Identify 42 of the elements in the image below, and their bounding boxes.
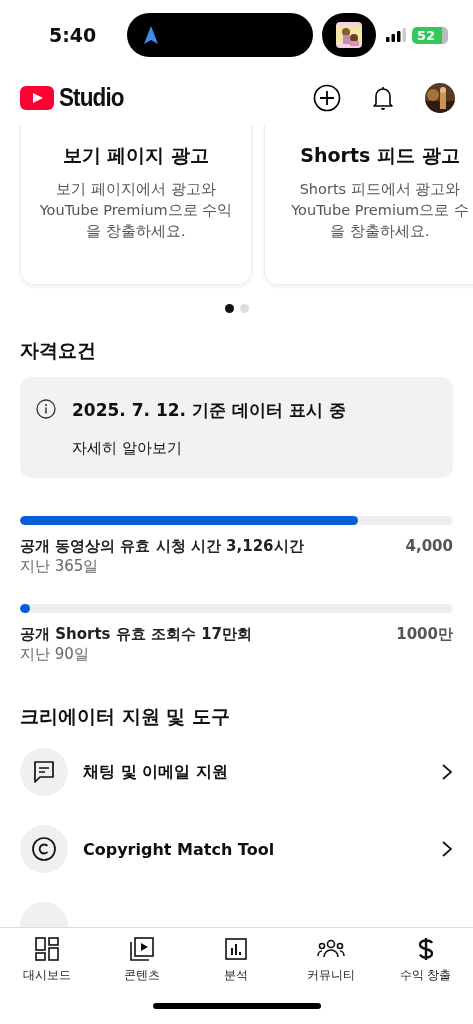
nav-tab[interactable]: 수익 창출 xyxy=(380,936,471,999)
card-description: Shorts 피드에서 광고와 YouTube Premium으로 수 을 창출하세요. xyxy=(290,180,470,241)
metric-target: 4,000 xyxy=(405,537,453,556)
bar-chart-icon xyxy=(225,936,248,962)
nav-tab[interactable]: 콘텐츠 xyxy=(96,936,187,999)
video-library-icon xyxy=(129,936,154,962)
chat-icon xyxy=(20,748,68,796)
copyright-icon xyxy=(20,825,68,873)
status-time: 5:40 xyxy=(49,24,98,46)
nav-tab[interactable]: 분석 xyxy=(191,936,282,999)
ad-card[interactable]: Shorts 피드 광고 Shorts 피드에서 광고와 YouTube Premium으로 수 을 창출하세요. xyxy=(264,125,473,285)
nav-tab[interactable]: 커뮤니티 xyxy=(286,936,377,999)
create-icon[interactable] xyxy=(313,83,341,112)
card-description: 보기 페이지에서 광고와 YouTube Premium으로 수익 을 창출하세요. xyxy=(38,180,234,241)
carousel-dot[interactable] xyxy=(239,304,249,313)
battery-indicator: 52 xyxy=(412,26,448,44)
chevron-right-icon xyxy=(441,763,453,781)
card-title: 보기 페이지 광고 xyxy=(61,143,211,168)
carousel-dot[interactable] xyxy=(224,304,234,313)
notification-icon[interactable] xyxy=(371,84,395,111)
metric-period: 지난 90일 xyxy=(20,645,90,664)
metric-label: 공개 동영상의 유효 시청 시간 3,126시간 xyxy=(20,537,304,556)
ad-card[interactable]: 보기 페이지 광고 보기 페이지에서 광고와 YouTube Premium으로 수익 을 창출하세요. xyxy=(20,125,252,285)
tool-label[interactable]: 채팅 및 이메일 지원 xyxy=(83,761,426,783)
section-heading: 크리에이터 지원 및 도구 xyxy=(20,704,231,729)
dollar-icon xyxy=(417,936,434,962)
metric-target: 1000만 xyxy=(396,625,453,644)
tool-label[interactable]: Copyright Match Tool xyxy=(83,839,426,859)
metric-label: 공개 Shorts 유효 조회수 17만회 xyxy=(20,625,253,644)
notice-title: 2025. 7. 12. 기준 데이터 표시 중 xyxy=(72,399,346,422)
play-logo-icon xyxy=(20,85,54,110)
chevron-right-icon xyxy=(441,840,453,858)
section-heading: 자격요건 xyxy=(20,338,97,363)
learn-more-link[interactable]: 자세히 알아보기 xyxy=(72,439,346,458)
nav-tab[interactable]: 대시보드 xyxy=(2,936,93,999)
metric-period: 지난 365일 xyxy=(20,557,100,576)
dashboard-icon xyxy=(35,936,60,962)
logo-text: Studio xyxy=(59,83,124,112)
navigation-arrow-icon xyxy=(143,25,159,45)
card-title: Shorts 피드 광고 xyxy=(299,143,461,168)
signal-icon xyxy=(386,28,406,42)
info-icon xyxy=(36,399,56,419)
